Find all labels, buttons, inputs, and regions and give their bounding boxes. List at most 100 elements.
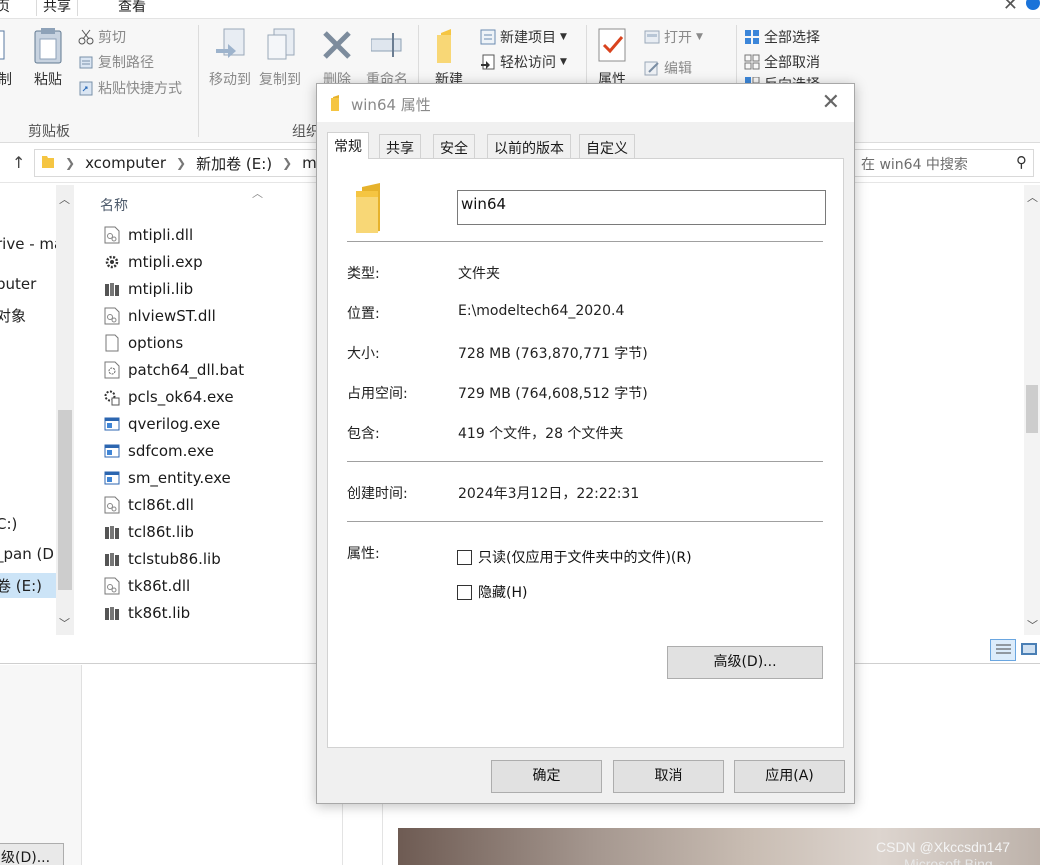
search-input[interactable]: 在 win64 中搜索 ⚲ [854, 149, 1034, 177]
advanced-button-bg[interactable]: 级(D)... [0, 843, 64, 865]
copy-to-button[interactable]: 复制到 [256, 27, 304, 89]
paste-shortcut-button[interactable]: 粘贴快捷方式 [78, 78, 182, 98]
chevron-down-icon[interactable]: ﹀ [59, 615, 70, 631]
delete-x-icon [321, 27, 353, 65]
select-none-icon [744, 54, 760, 70]
properties-check-icon [596, 27, 628, 65]
divider [347, 461, 823, 462]
file-row[interactable]: tk86t.lib [104, 599, 190, 626]
help-icon[interactable] [1026, 0, 1040, 10]
new-folder-button[interactable]: 新建 [428, 27, 470, 89]
breadcrumb-item[interactable]: 新加卷 (E:) [196, 153, 272, 174]
checkbox-box[interactable] [457, 584, 472, 600]
exe-icon [104, 415, 120, 433]
file-row[interactable]: options [104, 329, 183, 356]
content-scrollbar[interactable]: ︿ ﹀ [1024, 185, 1040, 635]
properties-button[interactable]: 属性 [594, 27, 630, 89]
nav-item-onedrive[interactable]: rive - ma [0, 235, 63, 253]
close-icon[interactable]: ✕ [822, 90, 840, 115]
content-scroll-thumb[interactable] [1026, 385, 1038, 433]
file-row[interactable]: tk86t.dll [104, 572, 190, 599]
file-row[interactable]: sdfcom.exe [104, 437, 214, 464]
file-row[interactable]: mtipli.dll [104, 221, 193, 248]
apply-button[interactable]: 应用(A) [734, 760, 845, 793]
file-row[interactable]: sm_entity.exe [104, 464, 231, 491]
hidden-checkbox-label: 隐藏(H) [478, 585, 528, 601]
advanced-button[interactable]: 高级(D)... [667, 646, 823, 679]
tab-share[interactable]: 共享 [36, 0, 78, 16]
select-all-button[interactable]: 全部选择 [744, 27, 820, 47]
tab-view[interactable]: 查看 [118, 0, 146, 16]
dialog-title: win64 属性 [351, 96, 431, 114]
file-name: mtipli.lib [128, 279, 194, 298]
watermark-bing: Microsoft Bing [904, 856, 993, 865]
file-row[interactable]: tclstub86.lib [104, 545, 221, 572]
file-row[interactable]: pcls_ok64.exe [104, 383, 234, 410]
column-header-name[interactable]: 名称 [100, 195, 128, 215]
tab-home[interactable]: 页 [0, 0, 10, 16]
file-row[interactable]: qverilog.exe [104, 410, 220, 437]
chevron-up-icon[interactable]: ︿ [59, 191, 70, 207]
new-item-button[interactable]: 新建项目 ▼ [480, 27, 567, 47]
cancel-button[interactable]: 取消 [613, 760, 724, 793]
new-folder-icon [433, 27, 465, 65]
rename-button[interactable]: 重命名 [362, 27, 412, 89]
tab-general[interactable]: 常规 [327, 132, 369, 159]
search-icon[interactable]: ⚲ [1016, 153, 1027, 171]
easy-access-button[interactable]: 轻松访问 ▼ [480, 52, 567, 72]
nav-item-3d-objects[interactable]: 对象 [0, 305, 26, 326]
file-row[interactable]: patch64_dll.bat [104, 356, 244, 383]
size-on-disk-value: 729 MB (764,608,512 字节) [458, 386, 648, 402]
nav-scroll-thumb[interactable] [58, 410, 72, 590]
nav-scrollbar[interactable]: ︿ ﹀ [56, 185, 74, 635]
created-value: 2024年3月12日，22:22:31 [458, 486, 640, 502]
nav-item-drive-d[interactable]: _pan (D [0, 545, 54, 563]
tab-sharing[interactable]: 共享 [379, 134, 421, 158]
file-name: nlviewST.dll [128, 306, 216, 325]
file-name: sdfcom.exe [128, 441, 215, 460]
large-icons-view-icon[interactable] [1018, 639, 1040, 661]
nav-item-computer[interactable]: puter [0, 275, 36, 293]
file-row[interactable]: tcl86t.dll [104, 491, 194, 518]
clipboard-group-label: 剪贴板 [28, 124, 70, 140]
easy-access-icon [480, 54, 496, 70]
ok-button[interactable]: 确定 [491, 760, 602, 793]
dialog-title-bar[interactable]: win64 属性 ✕ [317, 84, 854, 122]
window-close-icon[interactable]: ✕ [1003, 0, 1018, 15]
edit-button[interactable]: 编辑 [644, 58, 692, 78]
copy-path-button[interactable]: 复制路径 [78, 52, 154, 72]
tab-customize[interactable]: 自定义 [579, 134, 635, 158]
breadcrumb-item[interactable]: xcomputer [85, 154, 166, 172]
hidden-checkbox[interactable]: 隐藏(H) [457, 582, 527, 602]
file-row[interactable]: mtipli.exp [104, 248, 203, 275]
select-none-button[interactable]: 全部取消 [744, 52, 820, 72]
cut-button[interactable]: 剪切 [78, 27, 126, 47]
file-row[interactable]: nlviewST.dll [104, 302, 216, 329]
file-row[interactable]: tcl86t.lib [104, 518, 194, 545]
search-placeholder: 在 win64 中搜索 [861, 157, 968, 173]
tab-security[interactable]: 安全 [433, 134, 475, 158]
file-row[interactable]: mtipli.lib [104, 275, 193, 302]
folder-name-input[interactable]: win64 [457, 190, 826, 225]
address-bar[interactable]: ❯ xcomputer ❯ 新加卷 (E:) ❯ moc [34, 149, 334, 177]
lib-icon [104, 550, 120, 568]
open-button[interactable]: 打开 ▼ [644, 27, 703, 47]
paste-button[interactable]: 粘贴 [28, 27, 68, 89]
details-view-icon[interactable] [990, 639, 1016, 661]
tab-previous-versions[interactable]: 以前的版本 [487, 134, 571, 158]
chevron-up-icon[interactable]: ︿ [1027, 189, 1038, 205]
exe-icon [104, 442, 120, 460]
exe-icon [104, 469, 120, 487]
chevron-down-icon[interactable]: ﹀ [1027, 617, 1038, 633]
copy-button[interactable]: 制 [0, 27, 14, 89]
file-name: tk86t.lib [128, 603, 191, 622]
dll-icon [104, 307, 120, 325]
nav-item-drive-c[interactable]: C:) [0, 515, 17, 533]
delete-button[interactable]: 删除 [316, 27, 358, 89]
move-to-button[interactable]: 移动到 [206, 27, 254, 89]
checkbox-box[interactable] [457, 549, 472, 565]
lib-icon [104, 604, 120, 622]
up-arrow-icon[interactable]: ↑ [12, 153, 25, 172]
size-label: 大小: [347, 346, 380, 362]
readonly-checkbox[interactable]: 只读(仅应用于文件夹中的文件)(R) [457, 547, 692, 567]
